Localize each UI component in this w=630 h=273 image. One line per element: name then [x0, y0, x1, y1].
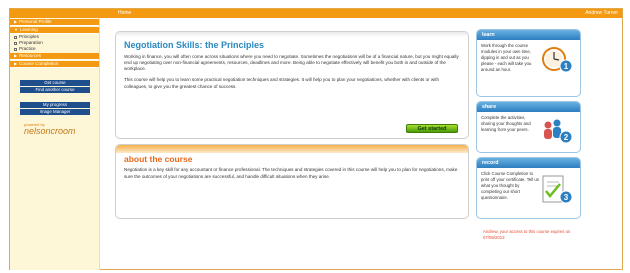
- triangle-down-icon: ▼: [14, 27, 18, 32]
- course-intro-card: Negotiation Skills: the Principles Worki…: [115, 31, 469, 139]
- record-heading: record: [477, 158, 580, 168]
- card-top-strip: [116, 145, 468, 153]
- record-text: Click Course Completion to print off you…: [481, 171, 539, 201]
- image-manager-button[interactable]: Image Manager: [20, 109, 90, 115]
- intro-paragraph-1: Working in finance, you will often come …: [124, 53, 459, 72]
- sidebar-item-personal-profile[interactable]: ▶ Personal Profile: [10, 19, 99, 26]
- clock-icon: 1: [540, 43, 576, 84]
- checkbox-icon: [14, 35, 17, 39]
- learn-panel: learn Work through the course modules in…: [476, 29, 581, 97]
- share-panel: share Complete the activities, sharing y…: [476, 101, 581, 153]
- sidebar-item-course-completion[interactable]: ▶ Course Completion: [10, 61, 99, 68]
- learn-heading: learn: [477, 30, 580, 40]
- course-title: Negotiation Skills: the Principles: [124, 40, 265, 50]
- triangle-right-icon: ▶: [14, 19, 18, 24]
- share-heading: share: [477, 102, 580, 112]
- sidebar-item-practice[interactable]: Practice: [10, 46, 99, 52]
- checkbox-icon: [14, 47, 17, 51]
- triangle-right-icon: ▶: [14, 61, 18, 66]
- learn-text: Work through the course modules in your …: [481, 43, 532, 73]
- certificate-icon: 3: [540, 171, 576, 216]
- user-name[interactable]: Andrew Turner: [585, 11, 618, 16]
- people-icon: 2: [540, 115, 576, 152]
- step-number: 1: [564, 62, 569, 71]
- about-title: about the course: [124, 154, 193, 164]
- powered-by-logo: powered by nelsoncroom: [24, 123, 99, 136]
- sidebar-item-learning[interactable]: ▼ Learning: [10, 27, 99, 34]
- record-panel: record Click Course Completion to print …: [476, 157, 581, 219]
- find-another-course-button[interactable]: Find another course: [20, 87, 90, 93]
- triangle-right-icon: ▶: [14, 53, 18, 58]
- top-bar: Home Andrew Turner: [10, 9, 622, 18]
- about-text: Negotiation is a key skill for any accou…: [124, 167, 458, 179]
- get-course-button[interactable]: Get course: [20, 80, 90, 86]
- share-text: Complete the activities, sharing your th…: [481, 115, 531, 133]
- intro-paragraph-2: This course will help you to learn some …: [124, 77, 440, 89]
- sidebar-item-resources[interactable]: ▶ Resources: [10, 53, 99, 60]
- sidebar: ▶ Personal Profile ▼ Learning Principles…: [10, 18, 100, 270]
- get-started-button[interactable]: Get started: [406, 124, 458, 133]
- brand-logo: nelsoncroom: [24, 126, 76, 136]
- my-progress-button[interactable]: My progress: [20, 102, 90, 108]
- checkbox-icon: [14, 41, 17, 45]
- page-frame: Home Andrew Turner ▶ Personal Profile ▼ …: [9, 8, 623, 270]
- step-number: 2: [564, 133, 569, 142]
- home-link[interactable]: Home: [118, 11, 131, 16]
- access-expiry-note: Andrew, your access to this course expir…: [483, 229, 571, 241]
- step-number: 3: [564, 193, 569, 202]
- about-course-card: about the course Negotiation is a key sk…: [115, 144, 469, 219]
